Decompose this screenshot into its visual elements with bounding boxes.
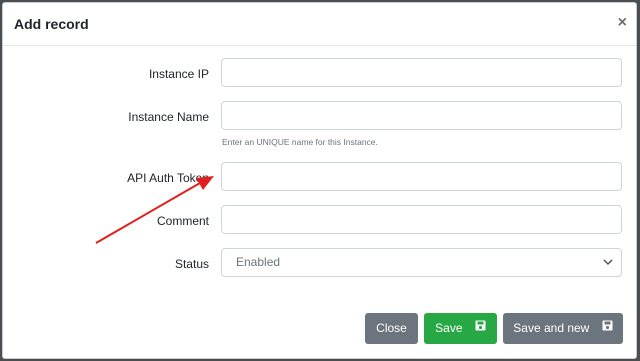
chevron-down-icon: [603, 249, 613, 287]
comment-label: Comment: [156, 214, 209, 228]
save-button-label: Save: [435, 321, 463, 335]
instance-ip-label: Instance IP: [148, 67, 209, 81]
save-and-new-button[interactable]: Save and new: [503, 313, 623, 344]
status-selected-value: Enabled: [236, 255, 281, 269]
comment-input[interactable]: [221, 205, 622, 234]
close-icon[interactable]: ×: [618, 15, 627, 31]
status-select[interactable]: Enabled: [221, 248, 622, 277]
close-button-label: Close: [376, 321, 407, 335]
api-auth-token-input[interactable]: [221, 162, 622, 191]
floppy-disk-icon: [475, 312, 486, 343]
close-button[interactable]: Close: [365, 313, 418, 344]
api-auth-token-label: API Auth Token: [127, 171, 209, 185]
save-and-new-button-label: Save and new: [513, 321, 590, 335]
save-button[interactable]: Save: [424, 313, 497, 344]
status-label: Status: [174, 257, 209, 271]
instance-name-label: Instance Name: [128, 110, 209, 124]
floppy-disk-icon: [602, 312, 613, 343]
modal-title: Add record: [14, 16, 89, 32]
instance-name-input[interactable]: [221, 101, 622, 130]
instance-name-help: Enter an UNIQUE name for this Instance.: [222, 137, 378, 147]
instance-ip-input[interactable]: [221, 58, 622, 87]
modal-header: Add record ×: [3, 3, 636, 46]
